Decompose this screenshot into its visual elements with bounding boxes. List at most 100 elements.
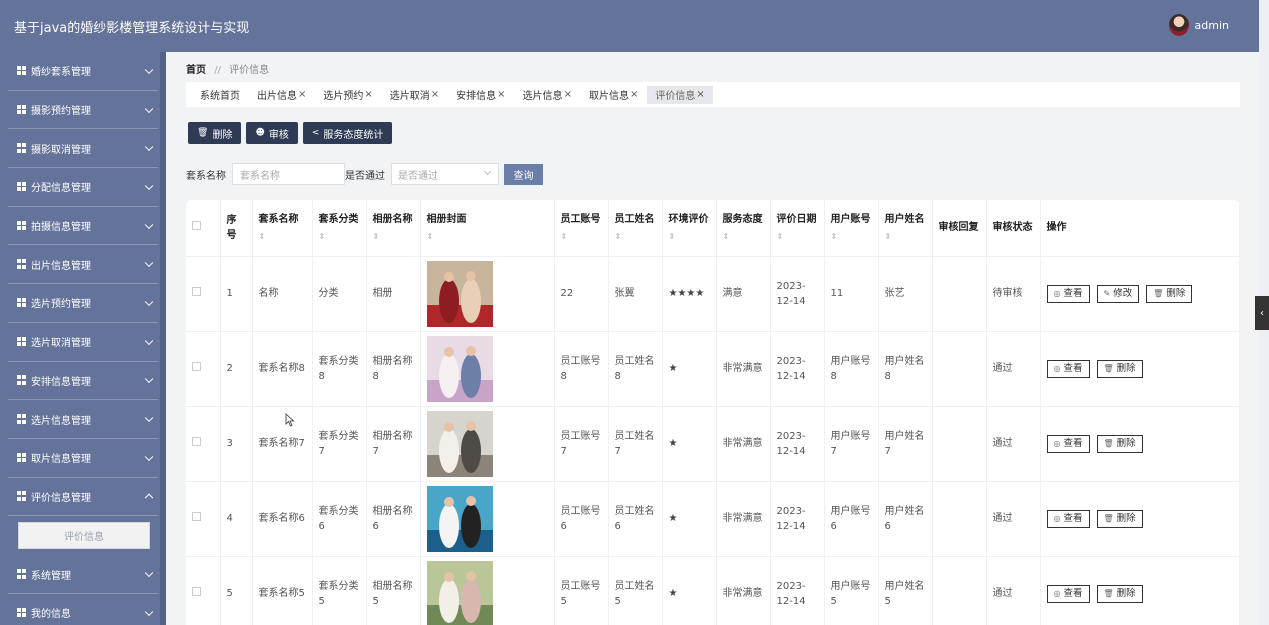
sidebar-item-5[interactable]: 出片信息管理 xyxy=(8,245,158,285)
sidebar-item-after-1[interactable]: 我的信息 xyxy=(8,594,158,625)
sidebar-item-7[interactable]: 选片取消管理 xyxy=(8,323,158,362)
pass-select[interactable]: 是否通过 xyxy=(391,163,499,185)
cell-no: 3 xyxy=(220,406,253,482)
column-header[interactable]: 用户姓名 ⇕ xyxy=(878,200,933,257)
cell-status: 通过 xyxy=(986,331,1041,407)
query-button[interactable]: 查询 xyxy=(504,163,543,185)
sidebar-item-10[interactable]: 取片信息管理 xyxy=(8,439,158,478)
tab-4[interactable]: 安排信息 × xyxy=(448,86,513,104)
user-menu[interactable]: admin xyxy=(1168,14,1229,36)
sidebar-item-8[interactable]: 安排信息管理 xyxy=(8,362,158,401)
sidebar-item-label: 婚纱套系管理 xyxy=(31,67,91,79)
tab-6[interactable]: 取片信息 × xyxy=(581,86,646,104)
row-action-button[interactable]: 🗑 删除 xyxy=(1096,509,1143,528)
sidebar-item-after-0[interactable]: 系统管理 xyxy=(8,555,158,594)
column-header[interactable]: 相册封面 ⇕ xyxy=(420,200,555,257)
sort-icon[interactable]: ⇕ xyxy=(615,229,656,244)
sort-icon[interactable]: ⇕ xyxy=(373,229,414,244)
close-icon[interactable]: × xyxy=(630,89,638,100)
sort-icon[interactable]: ⇕ xyxy=(259,229,306,244)
breadcrumb-current: 评价信息 xyxy=(229,65,270,76)
tab-2[interactable]: 选片预约 × xyxy=(315,86,380,104)
main-content: 首页 // 评价信息 系统首页 出片信息 × 选片预约 × 选片取消 × 安排信息 × 选片信息 ×… xyxy=(166,52,1259,625)
column-header[interactable]: 服务态度 ⇕ xyxy=(716,200,771,257)
column-header[interactable]: 环境评价 ⇕ xyxy=(662,200,717,257)
sidebar-item-1[interactable]: 摄影预约管理 xyxy=(8,91,158,130)
close-icon[interactable]: × xyxy=(564,89,572,100)
close-icon[interactable]: × xyxy=(364,89,372,100)
row-action-button[interactable]: 🗑 删除 xyxy=(1146,284,1193,303)
sort-icon[interactable]: ⇕ xyxy=(777,229,818,244)
row-action-button[interactable]: ◎ 查看 xyxy=(1046,284,1090,303)
tab-7[interactable]: 评价信息 × xyxy=(647,85,713,104)
tab-5[interactable]: 选片信息 × xyxy=(515,86,580,104)
sidebar-item-label: 系统管理 xyxy=(31,570,71,582)
row-checkbox[interactable] xyxy=(192,587,201,596)
row-action-label: 删除 xyxy=(1166,288,1186,299)
sidebar-item-11[interactable]: 评价信息管理 xyxy=(8,478,158,517)
column-header[interactable]: 员工姓名 ⇕ xyxy=(608,200,663,257)
tab-3[interactable]: 选片取消 × xyxy=(382,86,447,104)
delete-button[interactable]: 🗑 删除 xyxy=(188,122,242,144)
row-action-button[interactable]: ✎ 修改 xyxy=(1096,284,1140,303)
service-stats-button[interactable]: < 服务态度统计 xyxy=(302,122,393,144)
row-action-button[interactable]: 🗑 删除 xyxy=(1096,434,1143,453)
column-header[interactable]: 相册名称 ⇕ xyxy=(366,200,421,257)
cell-date: 2023-12-14 xyxy=(770,406,825,482)
close-icon[interactable]: × xyxy=(431,89,439,100)
row-checkbox[interactable] xyxy=(192,287,201,296)
sort-icon[interactable]: ⇕ xyxy=(723,229,764,244)
sidebar-item-4[interactable]: 拍摄信息管理 xyxy=(8,207,158,246)
row-action-button[interactable]: 🗑 删除 xyxy=(1096,359,1143,378)
column-header[interactable]: 套系名称 ⇕ xyxy=(252,200,313,257)
row-checkbox[interactable] xyxy=(192,512,201,521)
row-action-button[interactable]: ◎ 查看 xyxy=(1046,359,1090,378)
side-panel-toggle[interactable]: ‹ xyxy=(1255,296,1269,330)
username[interactable]: admin xyxy=(1195,19,1229,32)
sort-icon[interactable]: ⇕ xyxy=(319,229,360,244)
sidebar-item-9[interactable]: 选片信息管理 xyxy=(8,400,158,439)
sidebar-item-label: 评价信息管理 xyxy=(31,492,91,504)
column-header[interactable]: 评价日期 ⇕ xyxy=(770,200,825,257)
column-header-label: 相册封面 xyxy=(426,213,467,225)
sort-icon[interactable]: ⇕ xyxy=(561,229,602,244)
breadcrumb-home[interactable]: 首页 xyxy=(186,65,206,76)
sidebar-subitem-review[interactable]: 评价信息 xyxy=(18,522,150,550)
close-icon[interactable]: × xyxy=(696,89,704,100)
name-search-input[interactable]: 套系名称 xyxy=(232,163,345,185)
sort-icon[interactable]: ⇕ xyxy=(427,229,548,244)
row-action-button[interactable]: 🗑 删除 xyxy=(1096,584,1143,603)
sidebar-item-2[interactable]: 摄影取消管理 xyxy=(8,129,158,169)
close-icon[interactable]: × xyxy=(497,89,505,100)
sidebar-item-6[interactable]: 选片预约管理 xyxy=(8,284,158,323)
row-action-button[interactable]: ◎ 查看 xyxy=(1046,434,1090,453)
row-checkbox[interactable] xyxy=(192,437,201,446)
row-actions: ◎ 查看 🗑 删除 xyxy=(1046,584,1234,603)
breadcrumb-separator: // xyxy=(214,65,221,76)
column-header: 序号 xyxy=(220,200,253,257)
sort-icon[interactable]: ⇕ xyxy=(885,229,926,244)
sidebar-item-label: 分配信息管理 xyxy=(31,183,91,195)
sidebar-item-3[interactable]: 分配信息管理 xyxy=(8,168,158,207)
sort-icon[interactable]: ⇕ xyxy=(669,229,710,244)
avatar[interactable] xyxy=(1168,14,1189,36)
audit-button[interactable]: ☻ 审核 xyxy=(246,122,298,144)
tab-1[interactable]: 出片信息 × xyxy=(249,86,314,104)
cell-name: 套系名称7 xyxy=(252,406,313,482)
row-action-button[interactable]: ◎ 查看 xyxy=(1046,509,1090,528)
cell-user_name: 用户姓名8 xyxy=(878,331,933,407)
column-header[interactable]: 套系分类 ⇕ xyxy=(312,200,367,257)
select-all-checkbox[interactable] xyxy=(192,221,201,231)
tab-0[interactable]: 系统首页 xyxy=(192,86,248,104)
close-icon[interactable]: × xyxy=(298,89,306,100)
column-header[interactable]: 用户账号 ⇕ xyxy=(824,200,879,257)
row-action-button[interactable]: ◎ 查看 xyxy=(1046,584,1090,603)
bar-chart-icon xyxy=(17,181,27,192)
sidebar-item-0[interactable]: 婚纱套系管理 xyxy=(8,52,158,91)
eye-icon: ◎ xyxy=(1053,514,1061,523)
row-action-label: 查看 xyxy=(1063,288,1083,299)
row-checkbox[interactable] xyxy=(192,362,201,371)
sort-icon[interactable]: ⇕ xyxy=(831,229,872,244)
column-header[interactable]: 员工账号 ⇕ xyxy=(554,200,609,257)
column-header-label: 操作 xyxy=(1046,222,1067,234)
